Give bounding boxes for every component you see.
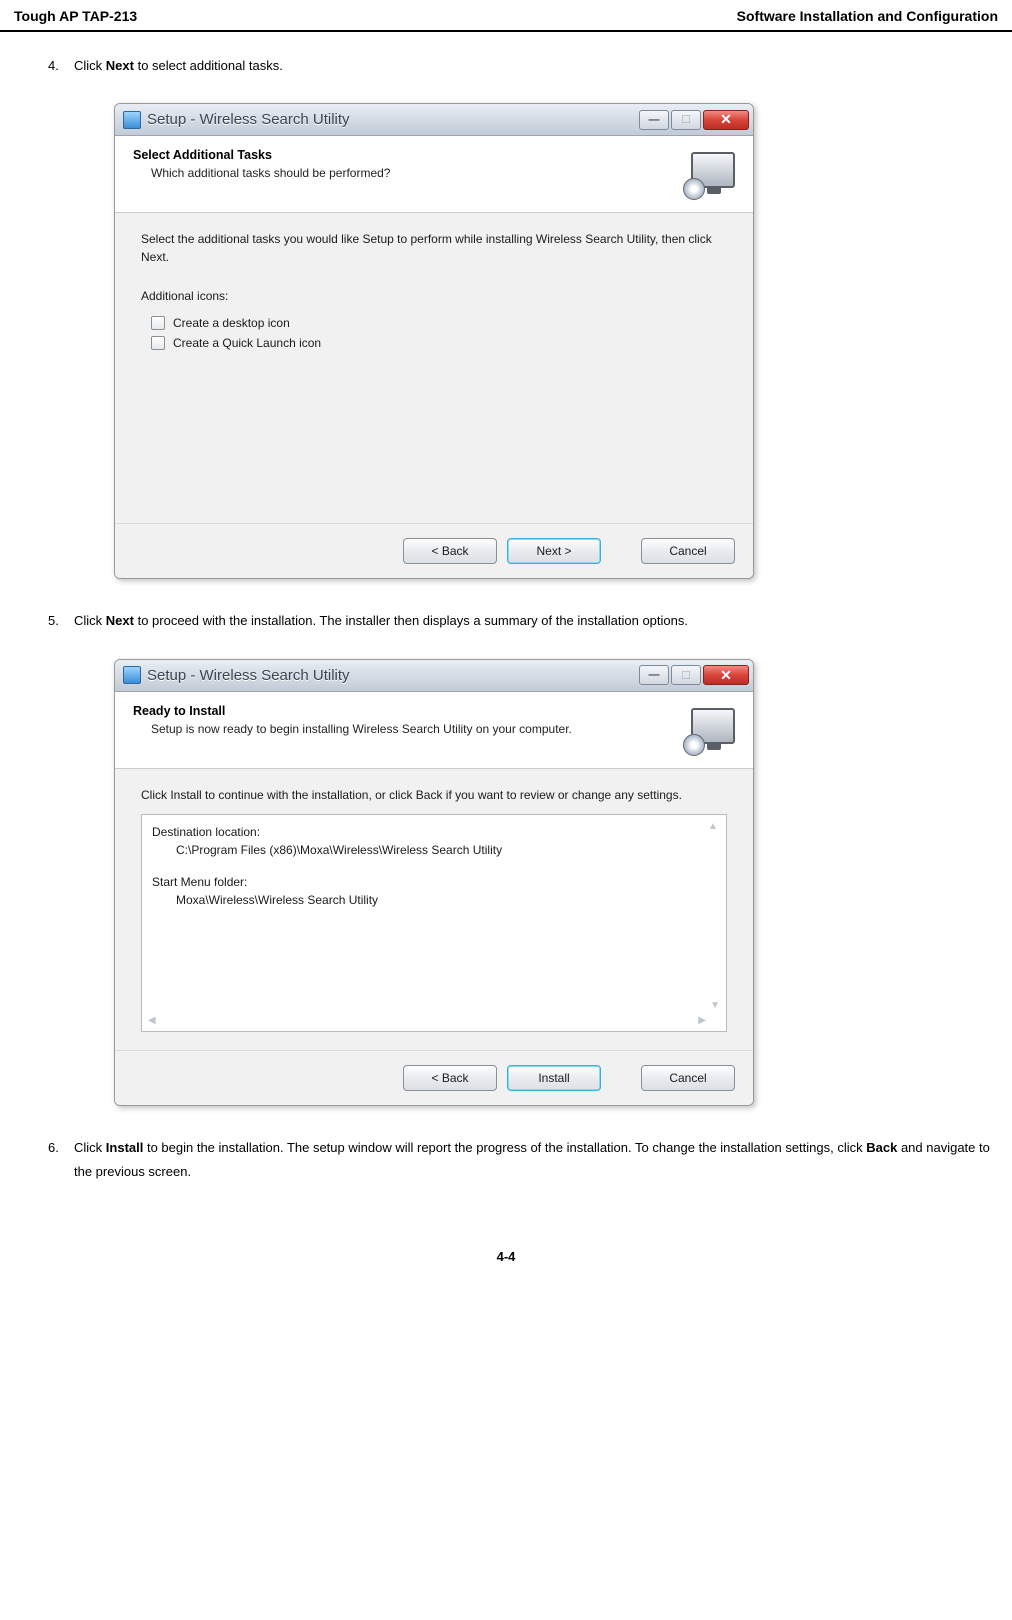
maximize-button xyxy=(671,665,701,685)
step-4: 4.Click Next to select additional tasks. xyxy=(74,54,998,77)
wizard-button-row-2: < Back Install Cancel xyxy=(115,1050,753,1105)
step-5-text-b: to proceed with the installation. The in… xyxy=(134,613,688,628)
checkbox-row-desktop[interactable]: Create a desktop icon xyxy=(151,316,727,330)
step-5-num: 5. xyxy=(48,609,74,632)
wizard-instruction-2: Click Install to continue with the insta… xyxy=(141,787,727,804)
next-button-1[interactable]: Next > xyxy=(507,538,601,564)
window-title-2: Setup - Wireless Search Utility xyxy=(147,667,350,684)
checkbox-row-quicklaunch[interactable]: Create a Quick Launch icon xyxy=(151,336,727,350)
scroll-up-icon[interactable]: ▲ xyxy=(708,821,720,832)
step-4-text-a: Click xyxy=(74,58,106,73)
wizard-header-icon xyxy=(683,704,735,756)
step-5-text-a: Click xyxy=(74,613,106,628)
page-number: 4-4 xyxy=(0,1209,1012,1284)
dest-label: Destination location: xyxy=(152,823,716,841)
wizard-subheading-1: Which additional tasks should be perform… xyxy=(133,165,390,182)
step-6-bold-1: Install xyxy=(106,1140,144,1155)
wizard-instruction-1: Select the additional tasks you would li… xyxy=(141,231,727,266)
wizard-body-1: Select the additional tasks you would li… xyxy=(115,213,753,523)
step-4-num: 4. xyxy=(48,54,74,77)
checkbox-desktop-label: Create a desktop icon xyxy=(173,316,290,330)
screenshot-2: Setup - Wireless Search Utility Ready to… xyxy=(114,659,998,1106)
screenshot-1: Setup - Wireless Search Utility Select A… xyxy=(114,103,998,579)
back-button-2[interactable]: < Back xyxy=(403,1065,497,1091)
step-4-text-b: to select additional tasks. xyxy=(134,58,283,73)
minimize-button[interactable] xyxy=(639,665,669,685)
summary-textbox[interactable]: Destination location: C:\Program Files (… xyxy=(141,814,727,1032)
minimize-button[interactable] xyxy=(639,110,669,130)
startmenu-label: Start Menu folder: xyxy=(152,873,716,891)
wizard-header-icon xyxy=(683,148,735,200)
additional-icons-label: Additional icons: xyxy=(141,288,727,305)
installer-icon xyxy=(123,666,141,684)
close-button[interactable] xyxy=(703,110,749,130)
step-5: 5.Click Next to proceed with the install… xyxy=(74,609,998,632)
wizard-window-2: Setup - Wireless Search Utility Ready to… xyxy=(114,659,754,1106)
wizard-header-2: Ready to Install Setup is now ready to b… xyxy=(115,692,753,769)
step-6: 6.Click Install to begin the installatio… xyxy=(74,1136,998,1183)
wizard-heading-1: Select Additional Tasks xyxy=(133,148,390,162)
step-6-num: 6. xyxy=(48,1136,74,1159)
step-6-text-mid: to begin the installation. The setup win… xyxy=(143,1140,866,1155)
titlebar-2: Setup - Wireless Search Utility xyxy=(115,660,753,692)
cancel-button-2[interactable]: Cancel xyxy=(641,1065,735,1091)
step-6-text-a: Click xyxy=(74,1140,106,1155)
scroll-down-icon[interactable]: ▼ xyxy=(710,1000,720,1011)
wizard-body-2: Click Install to continue with the insta… xyxy=(115,769,753,1050)
step-6-bold-2: Back xyxy=(866,1140,897,1155)
wizard-heading-2: Ready to Install xyxy=(133,704,572,718)
header-right: Software Installation and Configuration xyxy=(737,8,998,24)
scroll-left-icon[interactable]: ◀ xyxy=(148,1015,156,1027)
close-button[interactable] xyxy=(703,665,749,685)
checkbox-quicklaunch-label: Create a Quick Launch icon xyxy=(173,336,321,350)
scroll-right-icon[interactable]: ▶ xyxy=(698,1015,706,1027)
install-button[interactable]: Install xyxy=(507,1065,601,1091)
step-5-bold: Next xyxy=(106,613,134,628)
dest-value: C:\Program Files (x86)\Moxa\Wireless\Wir… xyxy=(152,841,716,859)
cancel-button-1[interactable]: Cancel xyxy=(641,538,735,564)
titlebar-1: Setup - Wireless Search Utility xyxy=(115,104,753,136)
back-button-1[interactable]: < Back xyxy=(403,538,497,564)
wizard-window-1: Setup - Wireless Search Utility Select A… xyxy=(114,103,754,579)
wizard-button-row-1: < Back Next > Cancel xyxy=(115,523,753,578)
wizard-subheading-2: Setup is now ready to begin installing W… xyxy=(133,721,572,738)
startmenu-value: Moxa\Wireless\Wireless Search Utility xyxy=(152,891,716,909)
checkbox-desktop-icon[interactable] xyxy=(151,316,165,330)
header-left: Tough AP TAP-213 xyxy=(14,8,137,24)
checkbox-quicklaunch-icon[interactable] xyxy=(151,336,165,350)
installer-icon xyxy=(123,111,141,129)
page-header: Tough AP TAP-213 Software Installation a… xyxy=(0,0,1012,32)
window-title-1: Setup - Wireless Search Utility xyxy=(147,111,350,128)
wizard-header-1: Select Additional Tasks Which additional… xyxy=(115,136,753,213)
step-4-bold: Next xyxy=(106,58,134,73)
maximize-button xyxy=(671,110,701,130)
